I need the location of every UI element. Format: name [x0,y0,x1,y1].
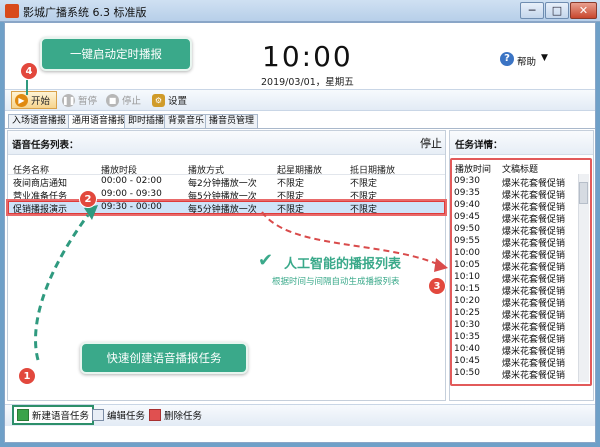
step-badge: 4 [20,62,38,80]
step-badge: 2 [79,190,97,208]
step-badge: 3 [428,277,446,295]
step-badge: 1 [18,367,36,385]
ai-list-subcaption: 根据时间与间隔自动生成播报列表 [272,277,400,287]
callout-create-task: 快速创建语音播报任务 [80,342,248,374]
callout-start-timer: 一键启动定时播报 [40,37,192,71]
check-icon: ✔ [258,250,274,271]
ai-list-caption: 人工智能的播报列表 [284,257,402,272]
